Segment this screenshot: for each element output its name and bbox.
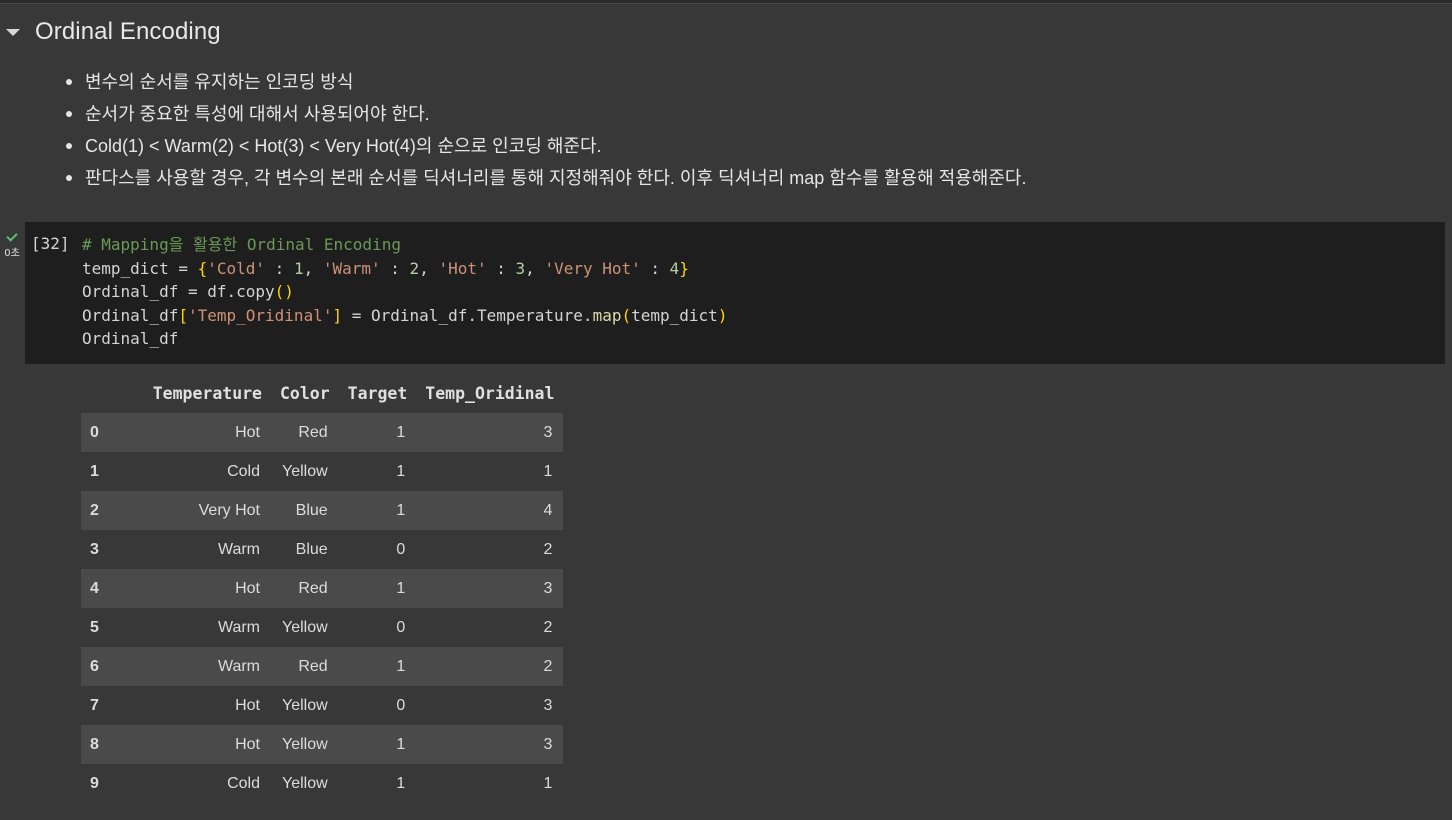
code-line: Ordinal_df['Temp_Oridinal'] = Ordinal_df… <box>82 305 728 325</box>
table-cell: Yellow <box>282 618 328 636</box>
column-header: Temperature <box>152 384 262 403</box>
list-item: Cold(1) < Warm(2) < Hot(3) < Very Hot(4)… <box>62 130 1026 162</box>
column-header: Target <box>347 384 408 403</box>
column-header: Color <box>280 384 330 403</box>
table-cell: 3 <box>543 735 553 753</box>
table-cell: 2 <box>543 618 553 636</box>
table-row: 7 Hot Yellow 0 3 <box>81 686 564 725</box>
table-cell: 2 <box>543 540 553 558</box>
cell-output: Temperature Color Target Temp_Oridinal 0… <box>81 374 564 803</box>
top-divider <box>0 0 1452 4</box>
table-row: 9 Cold Yellow 1 1 <box>81 764 564 803</box>
table-cell: 4 <box>543 501 553 519</box>
list-item: 순서가 중요한 특성에 대해서 사용되어야 한다. <box>62 98 1026 130</box>
section-header: Ordinal Encoding <box>0 14 221 50</box>
cell-run-status[interactable]: 0초 <box>3 230 21 259</box>
caret-down-icon <box>6 28 20 36</box>
table-cell: Red <box>298 423 328 441</box>
table-cell: Hot <box>235 735 260 753</box>
table-cell: 1 <box>396 462 406 480</box>
table-cell: 0 <box>396 540 406 558</box>
table-row: 6 Warm Red 1 2 <box>81 647 564 686</box>
collapse-section-toggle[interactable] <box>0 14 26 50</box>
row-index: 6 <box>90 657 99 675</box>
table-cell: 3 <box>543 423 553 441</box>
code-line: temp_dict = {'Cold' : 1, 'Warm' : 2, 'Ho… <box>82 258 689 278</box>
table-cell: Yellow <box>282 774 328 792</box>
table-header-row: Temperature Color Target Temp_Oridinal <box>81 374 563 413</box>
index-header <box>81 374 119 413</box>
table-cell: 1 <box>396 774 406 792</box>
section-title: Ordinal Encoding <box>35 18 221 45</box>
row-index: 2 <box>90 501 99 519</box>
table-row: 1 Cold Yellow 1 1 <box>81 452 564 491</box>
table-cell: Blue <box>295 540 328 558</box>
row-index: 7 <box>90 696 99 714</box>
code-editor[interactable]: # Mapping을 활용한 Ordinal Encoding temp_dic… <box>82 233 727 351</box>
table-row: 2 Very Hot Blue 1 4 <box>81 491 564 530</box>
row-index: 4 <box>90 579 99 597</box>
table-row: 5 Warm Yellow 0 2 <box>81 608 564 647</box>
table-cell: 0 <box>396 618 406 636</box>
table-cell: Hot <box>235 423 260 441</box>
table-cell: 1 <box>543 774 553 792</box>
table-cell: Hot <box>235 696 260 714</box>
table-cell: 1 <box>396 735 406 753</box>
list-item: 변수의 순서를 유지하는 인코딩 방식 <box>62 66 1026 98</box>
checkmark-icon <box>6 230 18 242</box>
table-cell: Very Hot <box>198 501 260 519</box>
row-index: 8 <box>90 735 99 753</box>
list-item: 판다스를 사용할 경우, 각 변수의 본래 순서를 딕셔너리를 통해 지정해줘야… <box>62 162 1026 194</box>
table-cell: Red <box>298 579 328 597</box>
execution-count: [32] <box>31 234 70 253</box>
table-row: 0 Hot Red 1 3 <box>81 413 564 452</box>
table-cell: Warm <box>217 657 260 675</box>
table-cell: Yellow <box>282 462 328 480</box>
run-time: 0초 <box>4 248 20 259</box>
table-cell: 2 <box>543 657 553 675</box>
table-cell: Red <box>298 657 328 675</box>
table-cell: Yellow <box>282 696 328 714</box>
row-index: 3 <box>90 540 99 558</box>
code-line: Ordinal_df <box>82 329 179 349</box>
bullet-icon <box>66 143 72 149</box>
table-cell: 3 <box>543 696 553 714</box>
table-row: 3 Warm Blue 0 2 <box>81 530 564 569</box>
column-header: Temp_Oridinal <box>425 384 555 403</box>
table-cell: 1 <box>543 462 553 480</box>
table-cell: 1 <box>396 579 406 597</box>
table-cell: 3 <box>543 579 553 597</box>
table-cell: 1 <box>396 657 406 675</box>
table-cell: Hot <box>235 579 260 597</box>
table-row: 8 Hot Yellow 1 3 <box>81 725 564 764</box>
table-cell: 1 <box>396 501 406 519</box>
table-row: 4 Hot Red 1 3 <box>81 569 564 608</box>
bullet-icon <box>66 79 72 85</box>
code-line: Ordinal_df = df.copy() <box>82 282 294 302</box>
markdown-bullet-list: 변수의 순서를 유지하는 인코딩 방식 순서가 중요한 특성에 대해서 사용되어… <box>62 66 1026 194</box>
table-cell: Cold <box>227 774 260 792</box>
code-line: # Mapping을 활용한 Ordinal Encoding <box>82 235 401 254</box>
bullet-icon <box>66 175 72 181</box>
table-cell: Warm <box>217 540 260 558</box>
table-cell: Cold <box>227 462 260 480</box>
row-index: 0 <box>90 423 99 441</box>
row-index: 9 <box>90 774 99 792</box>
table-cell: Yellow <box>282 735 328 753</box>
table-cell: Blue <box>295 501 328 519</box>
bullet-icon <box>66 111 72 117</box>
table-cell: 0 <box>396 696 406 714</box>
table-cell: 1 <box>396 423 406 441</box>
code-comment: # Mapping을 활용한 Ordinal Encoding <box>82 235 401 254</box>
row-index: 1 <box>90 462 99 480</box>
code-cell[interactable]: [32] # Mapping을 활용한 Ordinal Encoding tem… <box>25 222 1445 364</box>
row-index: 5 <box>90 618 99 636</box>
table-cell: Warm <box>217 618 260 636</box>
dataframe-table: Temperature Color Target Temp_Oridinal 0… <box>81 374 564 803</box>
